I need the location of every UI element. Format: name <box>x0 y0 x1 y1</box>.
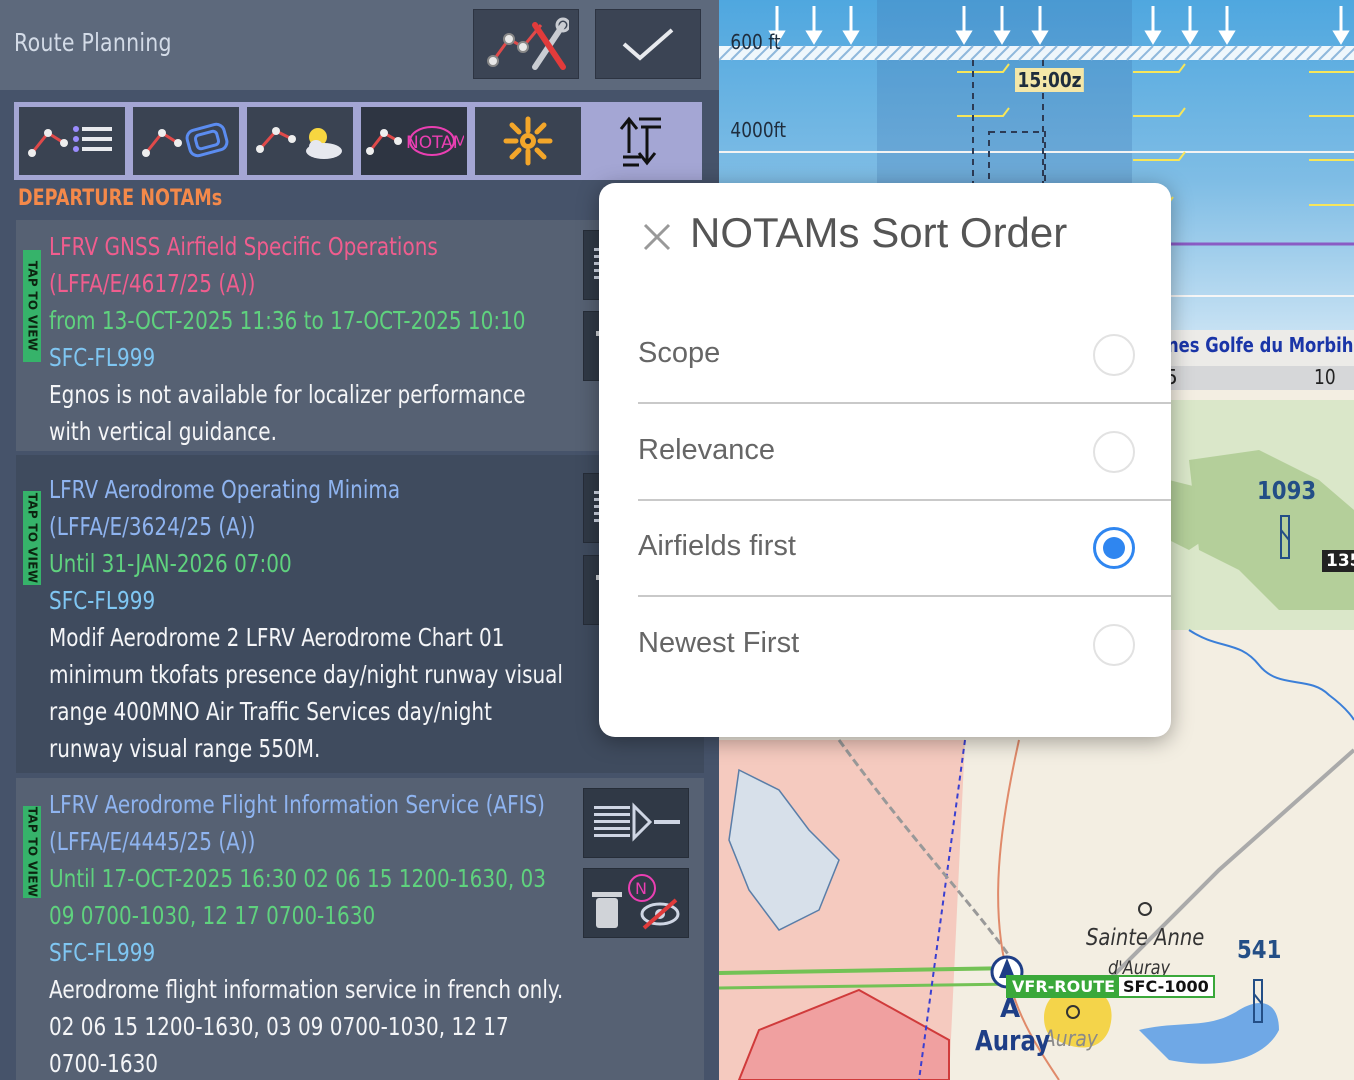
confirm-button[interactable] <box>595 9 701 79</box>
airspace-icon <box>142 122 229 158</box>
dialog-title: NOTAMs Sort Order <box>690 209 1068 256</box>
svg-text:N: N <box>635 879 647 898</box>
altitude-label-mid: 4000ft <box>730 118 787 142</box>
route-list-icon <box>28 126 112 157</box>
option-label: Relevance <box>638 434 776 466</box>
page-title: Route Planning <box>14 28 172 57</box>
tab-route-legs[interactable] <box>19 107 125 175</box>
notam-text-line: minimum tkofats presence day/night runwa… <box>49 660 563 689</box>
notam-validity: from 13-OCT-2025 11:36 to 17-OCT-2025 10… <box>49 306 526 335</box>
obstacle-value-badge: 135 <box>1322 550 1354 572</box>
place-label: Auray <box>1043 1027 1098 1052</box>
departure-notams-heading: DEPARTURE NOTAMs <box>18 186 223 211</box>
vfr-route-badge[interactable]: VFR-ROUTE SFC-1000 <box>1006 975 1215 998</box>
sort-option-scope[interactable]: Scope <box>638 307 1171 404</box>
tap-to-view-tab[interactable]: TAP TO VIEW <box>23 806 41 898</box>
elevation-label: 541 <box>1237 935 1282 964</box>
sort-option-newest-first[interactable]: Newest First <box>638 597 1171 694</box>
tab-filter[interactable] <box>475 107 581 175</box>
notam-text-line: range 400MNO Air Traffic Services day/ni… <box>49 697 492 726</box>
option-label: Airfields first <box>638 530 796 562</box>
airfield-name-label: Auray <box>975 1024 1051 1057</box>
route-tools-icon <box>487 17 569 70</box>
close-button[interactable] <box>637 217 677 257</box>
briefing-arrow-icon <box>594 802 680 842</box>
panel-header: Route Planning <box>0 0 719 90</box>
option-label: Scope <box>638 337 721 369</box>
notam-reference: (LFFA/E/4617/25 (A)) <box>49 269 256 298</box>
airfield-letter: A <box>1000 994 1021 1024</box>
option-label: Newest First <box>638 627 800 659</box>
tap-to-view-tab[interactable]: TAP TO VIEW <box>23 250 41 362</box>
sort-icon <box>619 116 661 167</box>
notam-text-line: Egnos is not available for localizer per… <box>49 380 526 409</box>
radio-button-selected[interactable] <box>1093 527 1135 569</box>
notam-reference: (LFFA/E/3624/25 (A)) <box>49 512 256 541</box>
notam-content: LFRV Aerodrome Operating Minima (LFFA/E/… <box>49 471 609 767</box>
tab-airspace[interactable] <box>133 107 239 175</box>
trash-hide-icon: N <box>592 874 680 930</box>
tap-to-view-tab[interactable]: TAP TO VIEW <box>23 491 41 585</box>
tab-weather[interactable] <box>247 107 353 175</box>
close-icon <box>643 223 671 251</box>
tap-to-view-label: TAP TO VIEW <box>25 492 40 584</box>
radio-button[interactable] <box>1093 334 1135 376</box>
view-briefing-button[interactable] <box>583 788 689 858</box>
notam-reference: (LFFA/E/4445/25 (A)) <box>49 827 256 856</box>
notam-text-line: 0700-1630 <box>49 1049 159 1078</box>
notam-title: LFRV GNSS Airfield Specific Operations <box>49 232 438 261</box>
route-tab-bar: NOTAM <box>14 102 702 180</box>
time-label: 15:00z <box>1015 68 1085 92</box>
altitude-label-top: 600 ft <box>730 30 781 54</box>
dismiss-notam-button[interactable]: N <box>583 868 689 938</box>
notam-altitude: SFC-FL999 <box>49 343 156 372</box>
checkmark-icon <box>622 28 674 61</box>
sort-option-airfields-first[interactable]: Airfields first <box>638 500 1171 597</box>
notam-altitude: SFC-FL999 <box>49 586 156 615</box>
notam-title: LFRV Aerodrome Operating Minima <box>49 475 401 504</box>
weather-icon <box>256 127 342 159</box>
place-label: Sainte Anne <box>1086 925 1205 951</box>
notam-text-line: Modif Aerodrome 2 LFRV Aerodrome Chart 0… <box>49 623 505 652</box>
notam-card[interactable]: TAP TO VIEW LFRV Aerodrome Flight Inform… <box>16 778 704 1080</box>
notam-text-line: runway visual range 550M. <box>49 734 321 763</box>
ruler-tick-label: 10 <box>1314 365 1336 389</box>
elevation-label: 1093 <box>1257 476 1317 505</box>
tap-to-view-label: TAP TO VIEW <box>25 806 40 898</box>
notam-icon: NOTAM <box>366 126 464 156</box>
sort-order-button[interactable] <box>589 107 695 175</box>
notam-content: LFRV Aerodrome Flight Information Servic… <box>49 786 609 1080</box>
wind-arrows <box>768 6 1350 45</box>
notam-validity: Until 31-JAN-2026 07:00 <box>49 549 292 578</box>
radio-button[interactable] <box>1093 624 1135 666</box>
route-tools-button[interactable] <box>473 9 579 79</box>
tab-notam[interactable]: NOTAM <box>361 107 467 175</box>
notam-content: LFRV GNSS Airfield Specific Operations (… <box>49 228 609 450</box>
notam-title: LFRV Aerodrome Flight Information Servic… <box>49 790 545 819</box>
sort-option-relevance[interactable]: Relevance <box>638 404 1171 501</box>
notam-validity: 09 0700-1030, 12 17 0700-1630 <box>49 901 376 930</box>
profile-place-label: nes Golfe du Morbih <box>1167 333 1354 357</box>
notam-tab-label: NOTAM <box>406 133 464 153</box>
notam-text-line: with vertical guidance. <box>49 417 277 446</box>
notam-text-line: 02 06 15 1200-1630, 03 09 0700-1030, 12 … <box>49 1012 509 1041</box>
notam-validity: Until 17-OCT-2025 16:30 02 06 15 1200-16… <box>49 864 547 893</box>
tap-to-view-label: TAP TO VIEW <box>25 260 40 352</box>
notam-altitude: SFC-FL999 <box>49 938 156 967</box>
notam-text-line: Aerodrome flight information service in … <box>49 975 564 1004</box>
notams-sort-order-dialog: NOTAMs Sort Order Scope Relevance Airfie… <box>599 183 1171 737</box>
vfr-altitude-label: SFC-1000 <box>1123 977 1209 996</box>
filter-eye-icon <box>503 116 553 166</box>
radio-button[interactable] <box>1093 431 1135 473</box>
vfr-route-label: VFR-ROUTE <box>1008 977 1120 996</box>
